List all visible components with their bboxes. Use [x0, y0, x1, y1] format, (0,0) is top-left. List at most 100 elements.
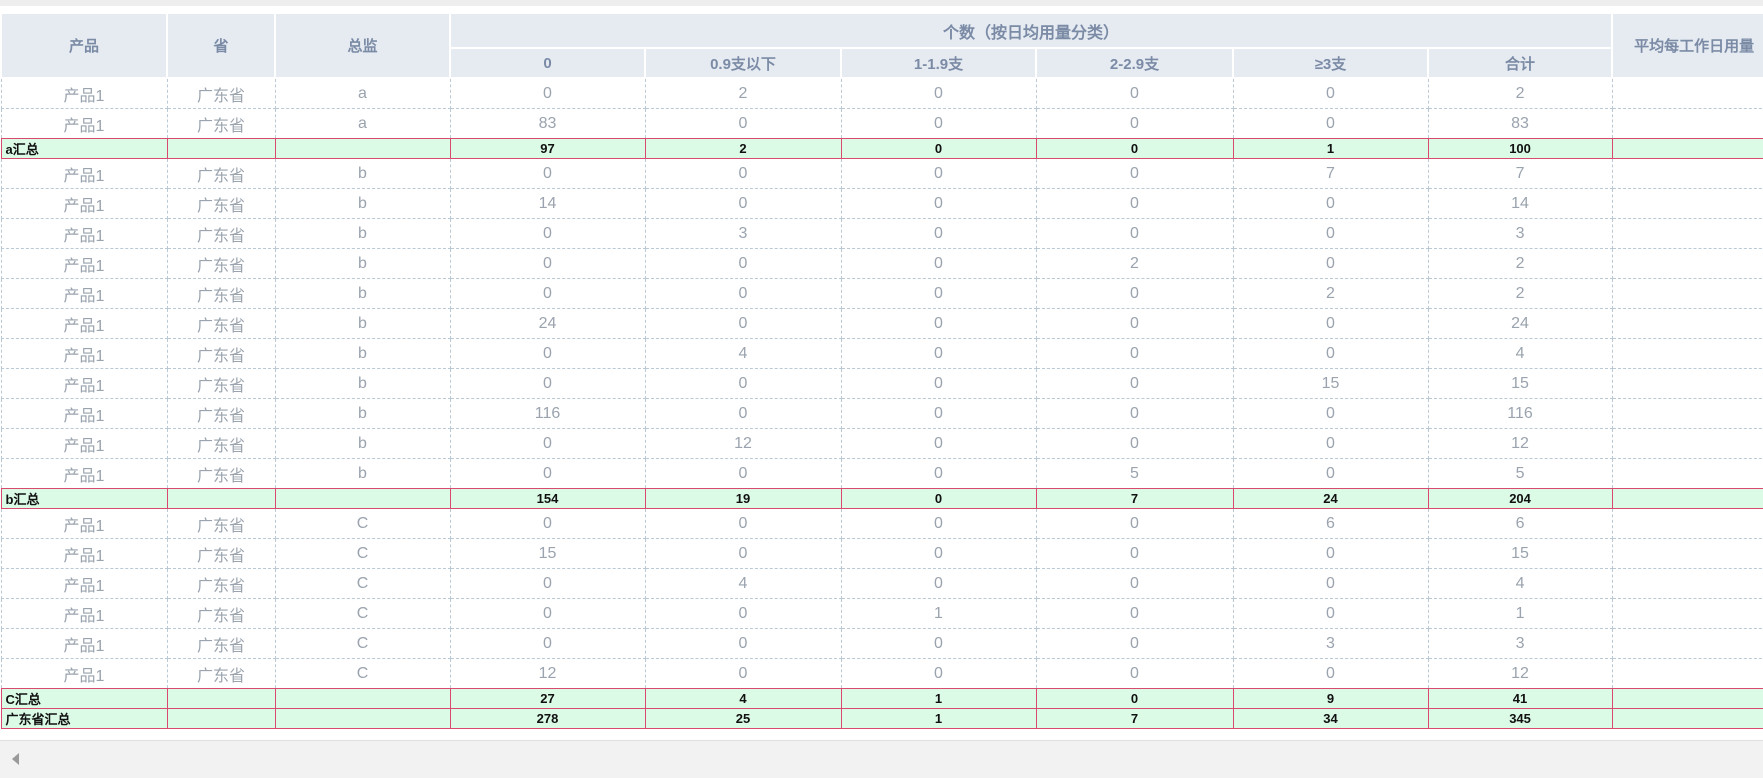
cell-product: 产品1	[0, 568, 168, 599]
table-row[interactable]: 产品1 广东省 C 12 0 0 0 0 12	[0, 658, 1763, 689]
col-header-director[interactable]: 总监	[274, 12, 451, 79]
table-row[interactable]: 产品1 广东省 C 15 0 0 0 0 15	[0, 538, 1763, 569]
cell-province: 广东省	[166, 188, 276, 219]
table-row[interactable]: 产品1 广东省 b 0 0 0 0 7 7	[0, 158, 1763, 189]
cell-count-0: 0	[449, 338, 646, 369]
table-row[interactable]: 产品1 广东省 b 24 0 0 0 0 24	[0, 308, 1763, 339]
cell-director	[274, 138, 451, 159]
table-row[interactable]: 产品1 广东省 b 0 12 0 0 0 12	[0, 428, 1763, 459]
col-header-1-1-9[interactable]: 1-1.9支	[840, 47, 1037, 79]
col-header-product[interactable]: 产品	[0, 12, 168, 79]
cell-count-3-plus: 9	[1232, 688, 1429, 709]
cell-count-3-plus: 0	[1232, 458, 1429, 489]
table-row[interactable]: 产品1 广东省 b 0 4 0 0 0 4	[0, 338, 1763, 369]
cell-count-2-2-9: 0	[1035, 338, 1234, 369]
col-header-avg-per-workday[interactable]: 平均每工作日用量	[1611, 12, 1763, 79]
cell-avg-per-workday	[1611, 508, 1763, 539]
cell-province: 广东省	[166, 598, 276, 629]
cell-avg-per-workday	[1611, 188, 1763, 219]
table-row[interactable]: 产品1 广东省 a 83 0 0 0 0 83	[0, 108, 1763, 139]
cell-count-below-0-9: 0	[644, 628, 842, 659]
caret-left-icon[interactable]	[12, 753, 19, 765]
cell-count-3-plus: 0	[1232, 568, 1429, 599]
cell-avg-per-workday	[1611, 568, 1763, 599]
table-row[interactable]: 产品1 广东省 b 0 0 0 2 0 2	[0, 248, 1763, 279]
cell-count-total: 204	[1427, 488, 1613, 509]
cell-count-below-0-9: 0	[644, 108, 842, 139]
cell-count-0: 0	[449, 218, 646, 249]
table-row[interactable]: 产品1 广东省 b 116 0 0 0 0 116	[0, 398, 1763, 429]
cell-count-0: 0	[449, 77, 646, 109]
cell-count-total: 4	[1427, 568, 1613, 599]
report-table: 产品 省 总监 个数（按日均用量分类） 平均每工作日用量 0 0.9支以下 1-…	[0, 12, 1763, 729]
cell-avg-per-workday	[1611, 308, 1763, 339]
cell-count-below-0-9: 0	[644, 508, 842, 539]
col-header-total[interactable]: 合计	[1426, 47, 1614, 79]
subtotal-row[interactable]: a汇总 97 2 0 0 1 100	[0, 138, 1763, 159]
table-row[interactable]: 产品1 广东省 b 0 0 0 0 2 2	[0, 278, 1763, 309]
subtotal-row[interactable]: C汇总 27 4 1 0 9 41	[0, 688, 1763, 709]
cell-avg-per-workday	[1611, 338, 1763, 369]
cell-count-2-2-9: 0	[1035, 658, 1234, 689]
cell-avg-per-workday	[1611, 488, 1763, 509]
cell-director: b	[274, 458, 451, 489]
table-body: 产品1 广东省 a 0 2 0 0 0 2 产品1 广东省 a 83 0 0 0 0 83 a汇总 97 2 0 0 1 100…	[0, 77, 1763, 729]
col-header-3-plus[interactable]: ≥3支	[1232, 47, 1429, 79]
cell-count-1-1-9: 0	[840, 278, 1037, 309]
table-row[interactable]: 产品1 广东省 C 0 0 1 0 0 1	[0, 598, 1763, 629]
cell-count-0: 27	[449, 688, 646, 709]
cell-count-total: 4	[1427, 338, 1613, 369]
horizontal-scrollbar[interactable]	[0, 740, 1763, 778]
table-row[interactable]: 产品1 广东省 C 0 0 0 0 3 3	[0, 628, 1763, 659]
cell-province: 广东省	[166, 628, 276, 659]
cell-count-3-plus: 0	[1232, 308, 1429, 339]
cell-count-1-1-9: 0	[840, 658, 1037, 689]
cell-count-3-plus: 0	[1232, 248, 1429, 279]
cell-count-1-1-9: 0	[840, 538, 1037, 569]
col-header-2-2-9[interactable]: 2-2.9支	[1035, 47, 1234, 79]
cell-count-below-0-9: 0	[644, 658, 842, 689]
cell-director: C	[274, 568, 451, 599]
table-row[interactable]: 产品1 广东省 b 0 0 0 5 0 5	[0, 458, 1763, 489]
table-row[interactable]: 产品1 广东省 C 0 4 0 0 0 4	[0, 568, 1763, 599]
cell-count-0: 0	[449, 158, 646, 189]
report-viewport: 产品 省 总监 个数（按日均用量分类） 平均每工作日用量 0 0.9支以下 1-…	[0, 0, 1763, 778]
cell-count-1-1-9: 0	[840, 108, 1037, 139]
cell-count-0: 0	[449, 508, 646, 539]
subtotal-row[interactable]: b汇总 154 19 0 7 24 204	[0, 488, 1763, 509]
cell-product: 产品1	[0, 458, 168, 489]
col-header-below-0-9[interactable]: 0.9支以下	[644, 47, 842, 79]
cell-director: b	[274, 398, 451, 429]
cell-province: 广东省	[166, 158, 276, 189]
table-row[interactable]: 产品1 广东省 b 14 0 0 0 0 14	[0, 188, 1763, 219]
table-row[interactable]: 产品1 广东省 a 0 2 0 0 0 2	[0, 77, 1763, 109]
cell-count-below-0-9: 0	[644, 398, 842, 429]
cell-count-total: 14	[1427, 188, 1613, 219]
col-header-zero[interactable]: 0	[449, 47, 646, 79]
table-row[interactable]: 产品1 广东省 C 0 0 0 0 6 6	[0, 508, 1763, 539]
cell-avg-per-workday	[1611, 108, 1763, 139]
header-row-top: 产品 省 总监 个数（按日均用量分类） 平均每工作日用量	[0, 12, 1763, 79]
cell-avg-per-workday	[1611, 138, 1763, 159]
cell-province: 广东省	[166, 278, 276, 309]
cell-director: b	[274, 158, 451, 189]
cell-count-1-1-9: 0	[840, 628, 1037, 659]
table-row[interactable]: 产品1 广东省 b 0 3 0 0 0 3	[0, 218, 1763, 249]
cell-count-0: 0	[449, 278, 646, 309]
cell-count-2-2-9: 2	[1035, 248, 1234, 279]
cell-product: 产品1	[0, 338, 168, 369]
cell-director: C	[274, 628, 451, 659]
cell-count-1-1-9: 1	[840, 708, 1037, 729]
cell-count-below-0-9: 12	[644, 428, 842, 459]
cell-count-1-1-9: 0	[840, 488, 1037, 509]
cell-product: b汇总	[0, 488, 168, 509]
cell-count-below-0-9: 2	[644, 138, 842, 159]
col-header-province[interactable]: 省	[166, 12, 276, 79]
grand-total-row[interactable]: 广东省汇总 278 25 1 7 34 345	[0, 708, 1763, 729]
cell-director	[274, 688, 451, 709]
cell-avg-per-workday	[1611, 248, 1763, 279]
cell-avg-per-workday	[1611, 77, 1763, 109]
table-row[interactable]: 产品1 广东省 b 0 0 0 0 15 15	[0, 368, 1763, 399]
cell-count-1-1-9: 0	[840, 458, 1037, 489]
cell-count-below-0-9: 19	[644, 488, 842, 509]
